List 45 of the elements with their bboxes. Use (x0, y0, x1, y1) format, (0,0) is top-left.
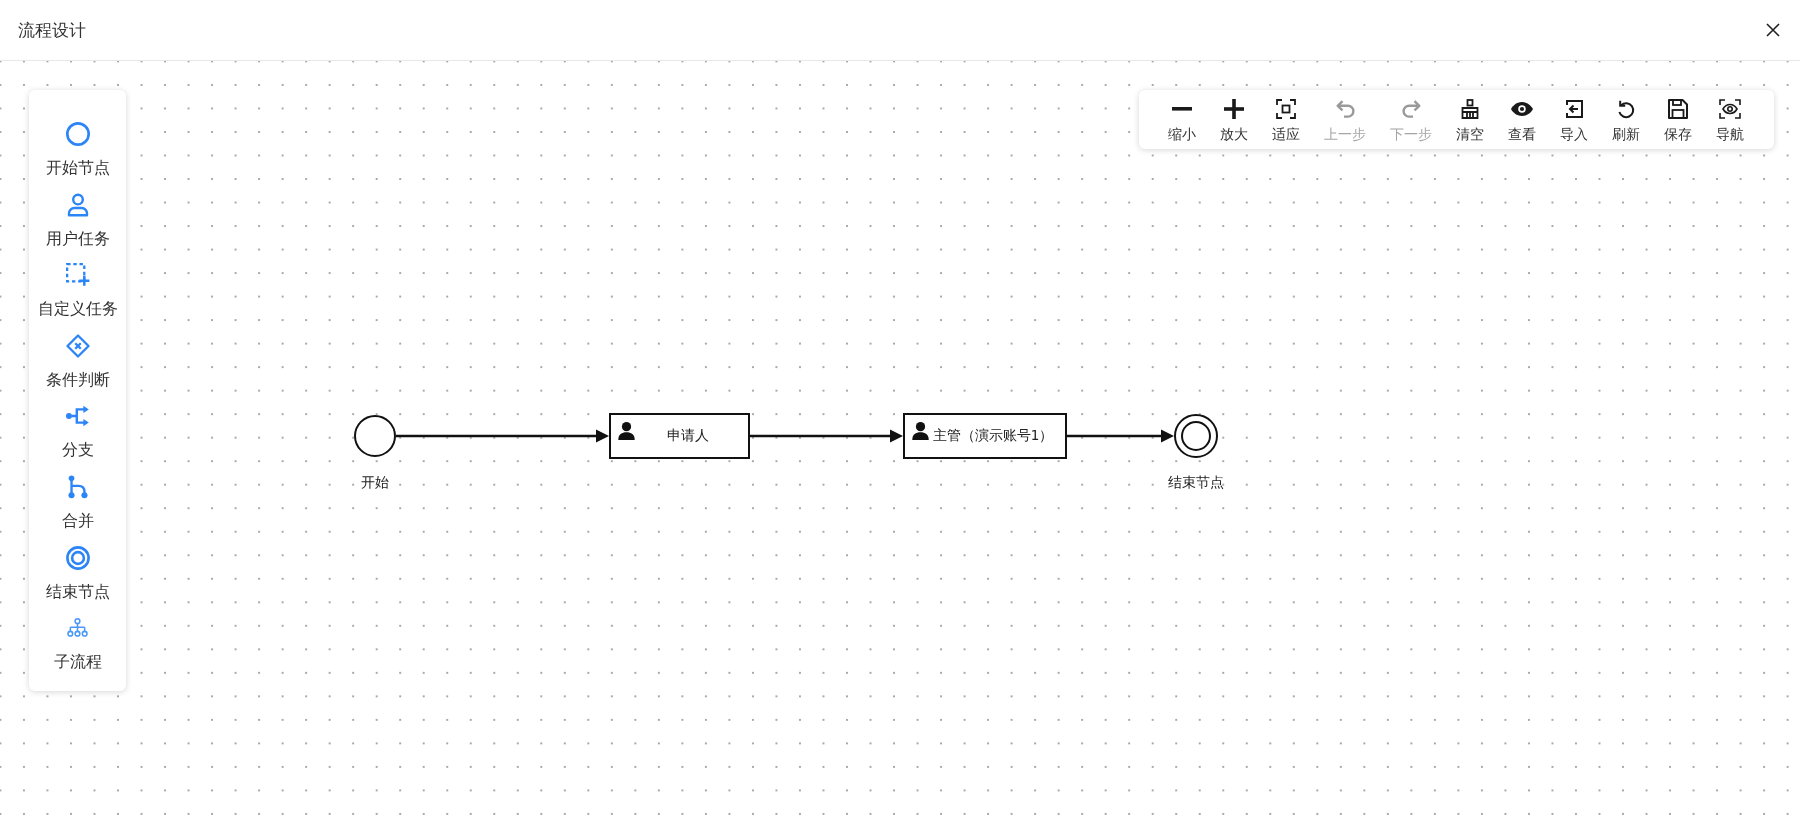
task-label: 主管（演示账号1） (932, 427, 1054, 445)
merge-icon (67, 474, 88, 499)
undo-arrow-icon (1335, 100, 1355, 118)
toolbar-button[interactable]: 保存 (1652, 98, 1704, 143)
toolbar-button[interactable]: 清空 (1444, 98, 1496, 143)
framed-eye-icon (1719, 99, 1741, 119)
palette-item[interactable]: 用户任务 (45, 192, 110, 250)
diamond-x-icon (65, 333, 90, 358)
person-icon (66, 192, 89, 217)
toolbar-button[interactable]: 查看 (1496, 98, 1548, 143)
palette-item[interactable]: 分支 (61, 404, 94, 462)
task-label: 申请人 (666, 427, 709, 445)
palette-item[interactable]: 子流程 (53, 616, 102, 674)
end-event-double-circle (1174, 414, 1218, 458)
hierarchy-icon (67, 618, 88, 638)
toolbar-button[interactable]: 刷新 (1600, 98, 1652, 143)
start-event-circle (354, 415, 396, 457)
palette-item[interactable]: 结束节点 (45, 545, 110, 603)
palette-item[interactable]: 条件判断 (45, 333, 110, 391)
close-icon (1766, 23, 1780, 37)
brush-icon (1461, 99, 1479, 119)
node-label: 开始 (361, 473, 389, 491)
fit-frame-icon (1276, 99, 1296, 119)
import-icon (1565, 100, 1583, 118)
person-icon (912, 422, 929, 440)
toolbar-button[interactable]: 放大 (1208, 98, 1260, 143)
circle-icon (65, 122, 90, 146)
toolbar-button[interactable]: 导航 (1704, 98, 1756, 143)
redo-arrow-icon (1401, 100, 1421, 118)
toolbar-button[interactable]: 导入 (1548, 98, 1600, 143)
plus-icon (1224, 99, 1244, 119)
palette-item[interactable]: 自定义任务 (37, 263, 118, 321)
minus-icon (1172, 107, 1192, 111)
toolbar-button[interactable]: 适应 (1260, 98, 1312, 143)
person-icon (618, 422, 635, 440)
dashed-square-plus-icon (65, 263, 90, 288)
palette-item[interactable]: 开始节点 (45, 122, 110, 179)
refresh-icon (1617, 99, 1635, 119)
eye-icon (1511, 102, 1533, 116)
toolbar-button[interactable]: 缩小 (1156, 98, 1208, 143)
palette-item[interactable]: 合并 (61, 474, 94, 532)
branch-arrows-icon (65, 404, 90, 429)
dialog-title: 流程设计 (18, 18, 86, 42)
node-label: 结束节点 (1168, 473, 1224, 491)
double-circle-icon (65, 545, 90, 570)
